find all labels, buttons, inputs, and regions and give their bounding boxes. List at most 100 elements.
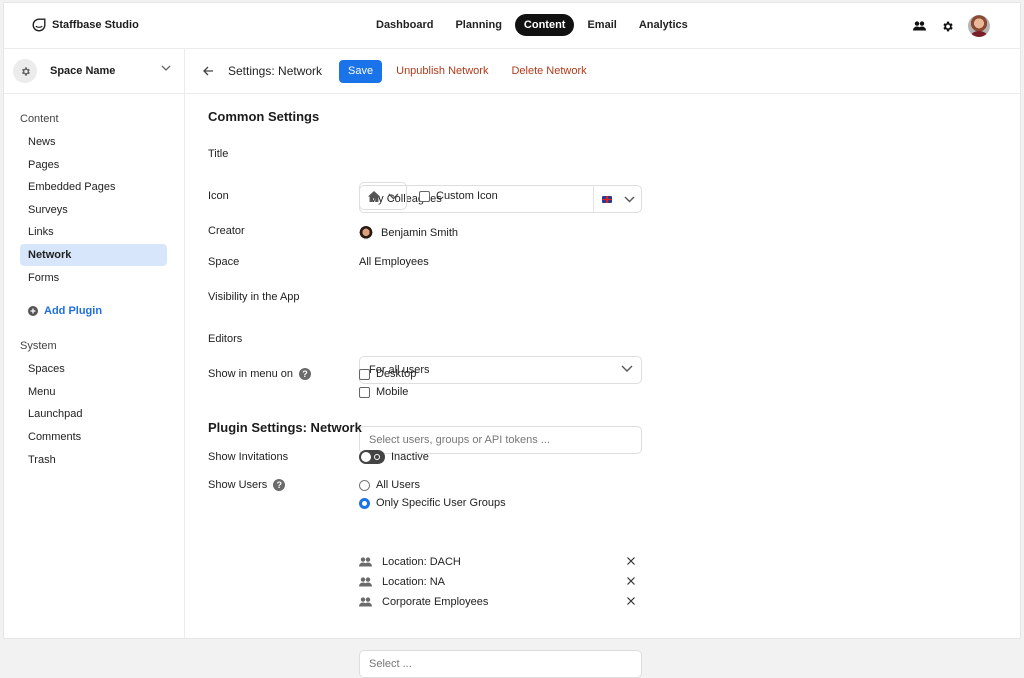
radio-all-users[interactable]: All Users [359, 479, 420, 491]
creator: Benjamin Smith [359, 226, 458, 240]
show-users-text: Show Users [208, 479, 268, 491]
main-nav: Dashboard Planning Content Email Analyti… [367, 14, 697, 36]
staffbase-logo-icon [32, 18, 46, 32]
group-icon [359, 597, 373, 607]
sidebar-item-network[interactable]: Network [20, 244, 167, 266]
unpublish-network-button[interactable]: Unpublish Network [396, 65, 488, 77]
settings-icon[interactable] [940, 19, 954, 33]
plugin-settings-heading: Plugin Settings: Network [208, 420, 362, 435]
checkbox[interactable] [359, 386, 370, 398]
show-in-menu-text: Show in menu on [208, 368, 293, 380]
specific-groups-label: Only Specific User Groups [376, 497, 506, 509]
nav-planning[interactable]: Planning [446, 14, 510, 36]
group-item: Location: NA [359, 572, 642, 592]
sidebar-item-spaces[interactable]: Spaces [20, 358, 167, 380]
home-icon [367, 190, 380, 202]
sidebar-heading-content: Content [20, 113, 59, 125]
sidebar-item-news[interactable]: News [20, 131, 167, 153]
sidebar-item-trash[interactable]: Trash [20, 449, 167, 471]
desktop-checkbox[interactable]: Desktop [359, 368, 416, 380]
sidebar-heading-system: System [20, 340, 57, 352]
chevron-down-icon [621, 365, 633, 372]
sidebar-item-forms[interactable]: Forms [20, 267, 167, 289]
icon-field: Custom Icon [359, 182, 498, 210]
app-window: Staffbase Studio Dashboard Planning Cont… [3, 2, 1021, 678]
sidebar-item-menu[interactable]: Menu [20, 381, 167, 403]
checkbox[interactable] [419, 190, 430, 202]
sidebar-item-launchpad[interactable]: Launchpad [20, 403, 167, 425]
show-invitations-toggle[interactable] [359, 450, 385, 464]
top-icons [912, 15, 990, 37]
remove-icon[interactable] [626, 596, 636, 606]
sidebar-item-embedded-pages[interactable]: Embedded Pages [20, 176, 167, 198]
radio-specific-groups[interactable]: Only Specific User Groups [359, 497, 506, 509]
sidebar-item-links[interactable]: Links [20, 221, 167, 243]
space-name: Space Name [50, 65, 116, 77]
custom-icon-checkbox[interactable]: Custom Icon [419, 190, 498, 202]
mobile-checkbox[interactable]: Mobile [359, 386, 408, 398]
sidebar-item-surveys[interactable]: Surveys [20, 199, 167, 221]
space-selector[interactable]: Space Name [4, 49, 184, 94]
desktop-label: Desktop [376, 368, 417, 380]
back-arrow-icon[interactable] [203, 64, 217, 78]
checkbox[interactable] [359, 368, 370, 380]
visibility-label: Visibility in the App [208, 291, 300, 303]
group-icon [359, 557, 373, 567]
group-name: Corporate Employees [382, 596, 489, 608]
users-icon[interactable] [912, 19, 926, 33]
add-plugin-label: Add Plugin [44, 305, 103, 317]
group-icon [359, 577, 373, 587]
radio-button[interactable] [359, 497, 370, 509]
main-content: Settings: Network Save Unpublish Network… [185, 49, 1020, 678]
show-invitations-label: Show Invitations [208, 451, 289, 463]
show-invitations-toggle-row: Inactive [359, 450, 429, 464]
custom-icon-label: Custom Icon [436, 190, 498, 202]
chevron-down-icon [624, 196, 635, 202]
brand[interactable]: Staffbase Studio [32, 18, 139, 32]
group-select-input[interactable]: Select ... [359, 650, 642, 678]
add-plugin-button[interactable]: Add Plugin [28, 305, 102, 317]
help-icon[interactable]: ? [273, 479, 286, 491]
group-item: Location: DACH [359, 552, 642, 572]
nav-dashboard[interactable]: Dashboard [367, 14, 442, 36]
sidebar-item-comments[interactable]: Comments [20, 426, 167, 448]
creator-label: Creator [208, 225, 245, 237]
space-value: All Employees [359, 256, 429, 268]
common-settings-heading: Common Settings [208, 109, 320, 124]
group-select-placeholder: Select ... [369, 658, 412, 670]
space-gear-icon [13, 59, 37, 83]
space-label: Space [208, 256, 240, 268]
nav-content[interactable]: Content [514, 14, 575, 36]
help-icon[interactable]: ? [299, 368, 311, 380]
radio-button[interactable] [359, 479, 370, 491]
uk-flag-icon [602, 195, 612, 203]
remove-icon[interactable] [626, 576, 636, 586]
show-in-menu-label: Show in menu on ? [208, 368, 311, 380]
icon-label: Icon [208, 190, 229, 202]
editors-label: Editors [208, 333, 243, 345]
remove-icon[interactable] [626, 556, 636, 566]
icon-picker[interactable] [359, 182, 407, 210]
delete-network-button[interactable]: Delete Network [511, 65, 586, 77]
group-name: Location: DACH [382, 556, 461, 568]
user-avatar[interactable] [968, 15, 990, 37]
all-users-label: All Users [376, 479, 421, 491]
editors-placeholder: Select users, groups or API tokens ... [369, 434, 550, 446]
action-bar: Settings: Network Save Unpublish Network… [185, 49, 1020, 94]
top-bar: Staffbase Studio Dashboard Planning Cont… [4, 3, 1020, 49]
language-selector[interactable] [593, 186, 641, 212]
group-name: Location: NA [382, 576, 445, 588]
save-button[interactable]: Save [339, 59, 383, 83]
show-users-label: Show Users ? [208, 479, 286, 491]
nav-analytics[interactable]: Analytics [630, 14, 697, 36]
creator-name: Benjamin Smith [381, 227, 459, 239]
page-title: Settings: Network [228, 64, 323, 78]
toggle-state: Inactive [391, 451, 429, 463]
nav-email[interactable]: Email [578, 14, 625, 36]
sidebar-item-pages[interactable]: Pages [20, 154, 167, 176]
chevron-down-icon [161, 65, 171, 71]
title-label: Title [208, 148, 229, 160]
creator-avatar [359, 226, 373, 240]
chevron-down-icon [388, 193, 398, 199]
mobile-label: Mobile [376, 386, 409, 398]
